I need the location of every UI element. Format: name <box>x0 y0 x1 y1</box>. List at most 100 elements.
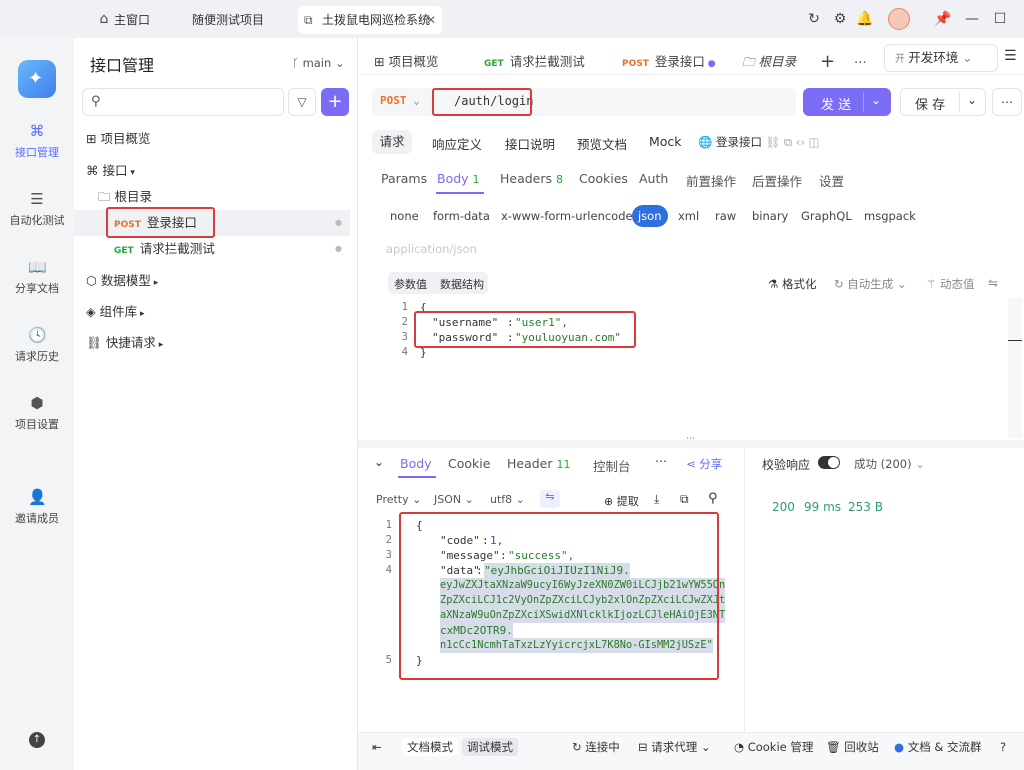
subtab-description[interactable]: 接口说明 <box>505 134 555 153</box>
cookie-manager-button[interactable]: ◔ Cookie 管理 <box>734 738 813 756</box>
response-tab-body[interactable]: Body <box>400 456 432 471</box>
chevron-down-icon[interactable]: ⌄ <box>871 93 881 107</box>
community-button[interactable]: ● 文档 & 交流群 <box>894 738 981 756</box>
subtab-preview-doc[interactable]: 预览文档 <box>577 134 627 153</box>
sidebar-item-intercept[interactable]: GET 请求拦截测试 ● <box>74 236 350 262</box>
tab-auth[interactable]: Auth <box>639 171 668 186</box>
tab-cookies[interactable]: Cookies <box>579 171 628 186</box>
subtab-mock[interactable]: Mock <box>649 134 682 149</box>
search-icon[interactable]: ⚲ <box>708 491 718 506</box>
body-type-urlencoded[interactable]: x-www-form-urlencoded <box>495 205 646 227</box>
tab-overview[interactable]: ⊞ 项目概览 <box>374 48 438 76</box>
body-type-none[interactable]: none <box>384 205 425 227</box>
debug-mode-button[interactable]: 调试模式 <box>462 738 518 756</box>
doc-mode-button[interactable]: 文档模式 <box>402 738 458 756</box>
send-button[interactable]: 发 送 ⌄ <box>803 88 891 116</box>
download-icon[interactable]: ⤓ <box>654 492 659 507</box>
more-icon[interactable]: ⋯ <box>655 454 667 468</box>
branch-selector[interactable]: ᚴ main ⌄ <box>292 56 345 70</box>
bell-icon[interactable]: 🔔 <box>856 11 873 27</box>
view-param-value[interactable]: 参数值 <box>394 276 427 292</box>
connection-status[interactable]: ↻ 连接中 <box>572 738 620 756</box>
rail-history[interactable]: 🕓 请求历史 <box>0 326 74 364</box>
tab-intercept[interactable]: GET 请求拦截测试 <box>484 48 585 76</box>
body-type-graphql[interactable]: GraphQL <box>795 205 858 227</box>
add-button[interactable]: + <box>321 88 349 116</box>
response-tab-console[interactable]: 控制台 <box>593 456 631 475</box>
trash-button[interactable]: 🗑 回收站 <box>826 738 879 756</box>
collapse-sidebar-icon[interactable]: ⇤ <box>372 738 382 756</box>
tab-grid-system[interactable]: ⧉ 土拨鼠电网巡检系统 ✕ <box>298 6 442 34</box>
menu-icon[interactable]: ☰ <box>1004 48 1017 64</box>
sidebar-item-components[interactable]: ◈ 组件库 ▸ <box>74 299 350 325</box>
search-input[interactable]: ⚲ <box>82 88 284 116</box>
avatar[interactable] <box>888 8 910 30</box>
new-tab-button[interactable]: + <box>820 48 835 76</box>
body-type-form-data[interactable]: form-data <box>427 205 496 227</box>
encoding-selector[interactable]: utf8 ⌄ <box>490 493 525 506</box>
filter-button[interactable]: ▽ <box>288 88 316 116</box>
format-button[interactable]: ⚗ 格式化 <box>768 276 816 292</box>
more-tabs-button[interactable]: ⋯ <box>854 48 867 76</box>
validate-toggle[interactable] <box>818 456 840 469</box>
settings-icon[interactable]: ⚙ <box>832 11 848 27</box>
body-type-msgpack[interactable]: msgpack <box>858 205 922 227</box>
tab-post-ops[interactable]: 后置操作 <box>752 171 802 190</box>
minimize-icon[interactable]: — <box>964 11 980 27</box>
scrollbar[interactable] <box>1008 298 1022 438</box>
response-tab-header[interactable]: Header 11 <box>507 456 571 471</box>
pretty-selector[interactable]: Pretty ⌄ <box>376 493 421 506</box>
tab-root[interactable]: 🗀 根目录 <box>742 48 796 76</box>
proxy-button[interactable]: ⊟ 请求代理 ⌄ <box>638 738 711 756</box>
arrow-up-icon[interactable]: ↑ <box>29 732 45 748</box>
tab-body[interactable]: Body 1 <box>437 171 480 186</box>
body-type-xml[interactable]: xml <box>672 205 705 227</box>
tab-login[interactable]: POST 登录接口 ● <box>622 48 716 76</box>
maximize-icon[interactable]: ☐ <box>992 11 1008 27</box>
refresh-icon[interactable]: ↻ <box>806 11 822 27</box>
tab-params[interactable]: Params <box>381 171 427 186</box>
body-type-raw[interactable]: raw <box>709 205 742 227</box>
subtab-request[interactable]: 请求 <box>372 130 412 154</box>
auto-generate-button[interactable]: ↻ 自动生成 ⌄ <box>834 276 907 292</box>
help-icon[interactable]: ? <box>1000 738 1006 756</box>
share-button[interactable]: ⋖ 分享 <box>686 456 722 472</box>
sidebar-item-interfaces[interactable]: ⌘ 接口 ▾ <box>74 158 350 184</box>
sidebar-item-overview[interactable]: ⊞ 项目概览 <box>74 126 350 152</box>
extract-button[interactable]: ⊕ 提取 <box>604 493 639 509</box>
method-selector[interactable]: POST ⌄ <box>380 94 420 107</box>
format-selector[interactable]: JSON ⌄ <box>434 493 474 506</box>
environment-selector[interactable]: 开 开发环境 ⌄ <box>884 44 998 72</box>
save-button[interactable]: 保 存 ⌄ <box>900 88 986 116</box>
body-type-binary[interactable]: binary <box>746 205 794 227</box>
close-icon[interactable]: ✕ <box>426 6 436 34</box>
view-data-structure[interactable]: 数据结构 <box>440 276 484 292</box>
tab-test-project[interactable]: 随便测试项目 <box>182 6 274 34</box>
rail-automation[interactable]: ☰ 自动化测试 <box>0 190 74 228</box>
rail-settings[interactable]: ⬢ 项目设置 <box>0 394 74 432</box>
sidebar-item-models[interactable]: ⬡ 数据模型 ▸ <box>74 268 350 294</box>
pin-icon[interactable]: 📌 <box>934 11 951 27</box>
tab-settings[interactable]: 设置 <box>819 171 844 190</box>
chevron-down-icon[interactable]: ⌄ <box>967 93 977 107</box>
rail-invite[interactable]: 👤 邀请成员 <box>0 488 74 526</box>
validate-result[interactable]: 成功 (200) ⌄ <box>854 456 925 472</box>
more-button[interactable]: ⋯ <box>992 88 1022 116</box>
subtab-response-def[interactable]: 响应定义 <box>432 134 482 153</box>
drag-handle-icon[interactable]: ⋯ <box>686 434 695 444</box>
tab-main-window[interactable]: 主窗口 <box>104 6 160 34</box>
cube-icon: ⊞ <box>86 131 101 146</box>
sidebar-item-quick[interactable]: ⛓ 快捷请求 ▸ <box>74 330 350 356</box>
dynamic-value-button[interactable]: ⚚ 动态值 <box>926 276 974 292</box>
body-type-json[interactable]: json <box>632 205 668 227</box>
collapse-icon[interactable]: ⌄ <box>374 455 384 469</box>
tab-pre-ops[interactable]: 前置操作 <box>686 171 736 190</box>
wrap-icon[interactable]: ⇋ <box>988 276 998 290</box>
response-tab-cookie[interactable]: Cookie <box>448 456 490 471</box>
wrap-icon[interactable]: ⇋ <box>540 490 560 508</box>
tab-label: 根目录 <box>758 54 796 69</box>
copy-icon[interactable]: ⧉ <box>680 492 689 507</box>
rail-interfaces[interactable]: ⌘ 接口管理 <box>0 122 74 160</box>
rail-share-docs[interactable]: 📖 分享文档 <box>0 258 74 296</box>
tab-headers[interactable]: Headers 8 <box>500 171 563 186</box>
